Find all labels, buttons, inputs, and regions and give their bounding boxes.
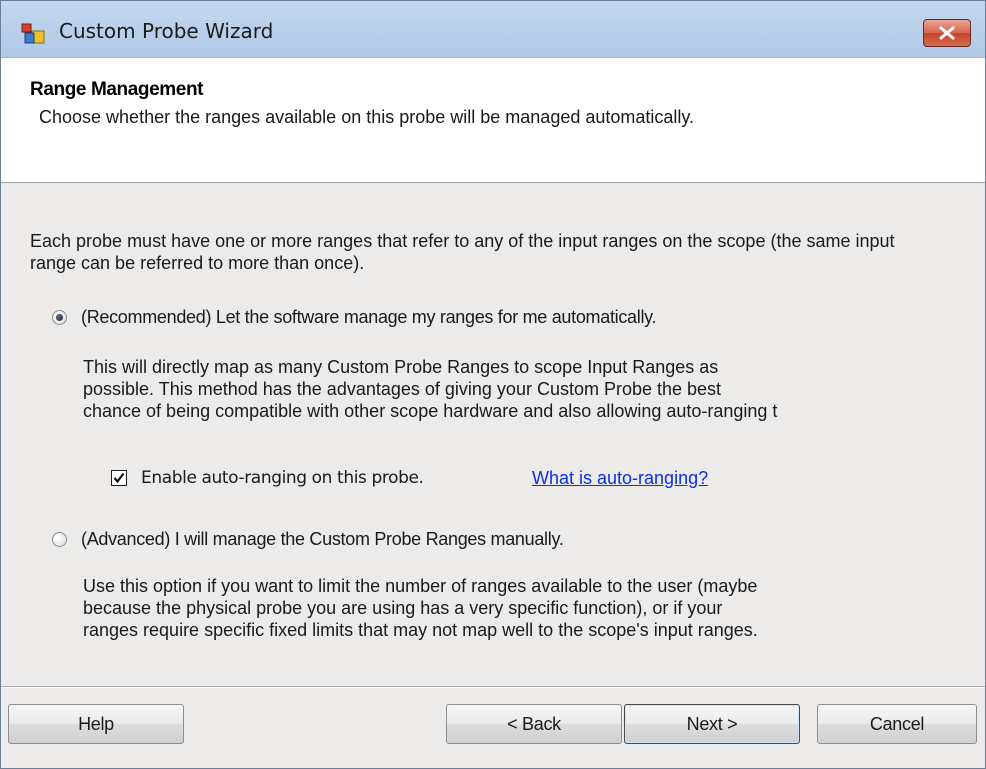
- app-window-icon: [21, 23, 45, 45]
- advanced-description: Use this option if you want to limit the…: [83, 576, 758, 640]
- footer-divider: [1, 686, 985, 688]
- checkmark-icon: [113, 472, 125, 484]
- back-button[interactable]: < Back: [446, 704, 622, 744]
- page-title: Range Management: [30, 79, 204, 100]
- advanced-label[interactable]: (Advanced) I will manage the Custom Prob…: [81, 529, 564, 550]
- recommended-label[interactable]: (Recommended) Let the software manage my…: [81, 307, 657, 328]
- recommended-description: This will directly map as many Custom Pr…: [83, 357, 778, 421]
- window-title: Custom Probe Wizard: [59, 19, 274, 43]
- help-button[interactable]: Help: [8, 704, 184, 744]
- wizard-window: Custom Probe Wizard Range Management Cho…: [0, 0, 986, 769]
- close-icon: [939, 26, 955, 40]
- recommended-radio[interactable]: [52, 310, 67, 325]
- auto-ranging-help-link[interactable]: What is auto-ranging?: [532, 468, 708, 489]
- auto-ranging-option[interactable]: Enable auto-ranging on this probe.: [111, 468, 424, 488]
- title-bar[interactable]: Custom Probe Wizard: [1, 1, 985, 58]
- auto-ranging-checkbox[interactable]: [111, 470, 127, 486]
- cancel-button[interactable]: Cancel: [817, 704, 977, 744]
- recommended-option[interactable]: (Recommended) Let the software manage my…: [52, 307, 657, 328]
- next-button[interactable]: Next >: [624, 704, 800, 744]
- auto-ranging-label[interactable]: Enable auto-ranging on this probe.: [141, 468, 424, 488]
- intro-text: Each probe must have one or more ranges …: [30, 231, 895, 273]
- page-description: Choose whether the ranges available on t…: [39, 107, 695, 127]
- close-button[interactable]: [923, 19, 971, 47]
- advanced-option[interactable]: (Advanced) I will manage the Custom Prob…: [52, 529, 564, 550]
- advanced-radio[interactable]: [52, 532, 67, 547]
